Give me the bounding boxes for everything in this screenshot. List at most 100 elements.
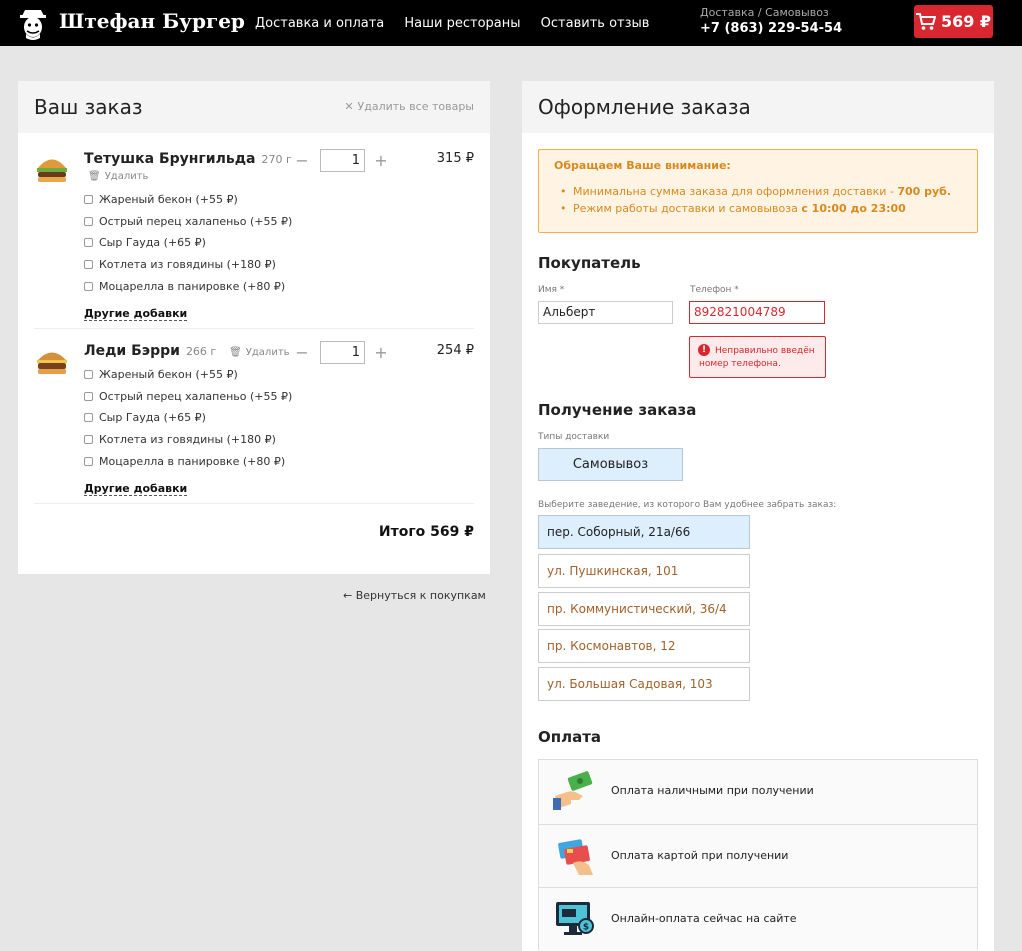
checkbox[interactable] [84,435,93,445]
cash-icon [553,771,593,810]
nav-review[interactable]: Оставить отзыв [541,16,650,31]
addon-option[interactable]: Жареный бекон (+55 ₽) [84,189,292,211]
cart-icon [915,12,936,30]
payment-label: Оплата наличными при получении [611,784,814,797]
addon-option[interactable]: Сыр Гауда (+65 ₽) [84,407,292,429]
close-icon: ✕ [344,100,354,113]
contact-phone[interactable]: +7 (863) 229-54-54 [700,21,842,36]
quantity-input[interactable]: 1 [320,149,365,172]
store-option[interactable]: ул. Большая Садовая, 103 [538,667,750,701]
checkbox[interactable] [84,391,93,401]
trash-icon: 🗑 [229,347,242,358]
checkbox[interactable] [84,281,93,291]
quantity-stepper: − 1 + [292,149,391,172]
site-header: Штефан Бургер Доставка и оплата Наши рес… [0,0,1022,46]
cart-button[interactable]: 569 ₽ [914,5,993,38]
contact-block: Доставка / Самовывоз +7 (863) 229-54-54 [700,6,842,36]
stores-label: Выберите заведение, из которого Вам удоб… [538,500,837,510]
increase-button[interactable]: + [371,151,391,170]
phone-error: ! Неправильно введён номер телефона. [689,336,826,378]
payment-label: Оплата картой при получении [611,848,789,862]
addon-option[interactable]: Жареный бекон (+55 ₽) [84,364,292,386]
nav-delivery[interactable]: Доставка и оплата [255,16,384,31]
notice-item: Минимальна сумма заказа для оформления д… [560,185,951,202]
store-option[interactable]: пер. Соборный, 21а/66 [538,515,750,549]
checkbox[interactable] [84,456,93,466]
online-payment-icon: $ [556,902,594,935]
checkbox[interactable] [84,195,93,205]
delivery-types-label: Типы доставки [538,432,610,442]
logo-icon[interactable] [18,4,48,40]
checkout-title: Оформление заказа [538,95,751,119]
item-name: Тетушка Брунгильда 270 г [84,151,292,167]
payment-section-title: Оплата [538,728,602,746]
addons-list: Жареный бекон (+55 ₽) Острый перец халап… [84,364,292,496]
contact-label: Доставка / Самовывоз [700,6,829,19]
name-input[interactable]: Альберт [538,301,673,324]
burger-image [37,352,67,374]
back-to-shopping-link[interactable]: ← Вернуться к покупкам [343,589,486,602]
checkout-header: Оформление заказа [522,81,994,133]
item-divider [34,328,474,329]
decrease-button[interactable]: − [292,343,312,362]
notice-box: Обращаем Ваше внимание: Минимальна сумма… [538,149,978,233]
item-weight: 270 г [261,153,292,166]
checkbox[interactable] [84,260,93,270]
order-title: Ваш заказ [34,95,143,119]
store-option[interactable]: пр. Космонавтов, 12 [538,629,750,663]
payment-option-card[interactable]: Оплата картой при получении [539,823,977,887]
increase-button[interactable]: + [371,343,391,362]
buyer-section-title: Покупатель [538,254,641,272]
nav-restaurants[interactable]: Наши рестораны [404,16,520,31]
addon-option[interactable]: Острый перец халапеньо (+55 ₽) [84,211,292,233]
payment-option-online[interactable]: $ Онлайн-оплата сейчас на сайте [539,887,977,951]
addon-option[interactable]: Сыр Гауда (+65 ₽) [84,232,292,254]
quantity-input[interactable]: 1 [320,341,365,364]
notice-item: Режим работы доставки и самовывоза с 10:… [560,202,951,219]
brand-name[interactable]: Штефан Бургер [59,9,245,33]
checkbox[interactable] [84,413,93,423]
checkout-panel: Оформление заказа Обращаем Ваше внимание… [522,81,994,951]
phone-error-text: Неправильно введён номер телефона. [699,346,815,369]
addon-option[interactable]: Моцарелла в панировке (+80 ₽) [84,275,292,297]
more-addons-link[interactable]: Другие добавки [84,482,188,496]
checkbox[interactable] [84,370,93,380]
order-panel: Ваш заказ ✕ Удалить все товары Тетушка Бр… [18,81,490,574]
payment-options: Оплата наличными при получении Оплата ка… [538,759,978,951]
more-addons-link[interactable]: Другие добавки [84,307,188,321]
notice-title: Обращаем Ваше внимание: [554,159,731,172]
payment-option-cash[interactable]: Оплата наличными при получении [539,760,977,824]
cart-item: Леди Бэрри 266 г 🗑 Удалить − 1 + 254 ₽ Жар… [34,341,474,503]
item-price: 315 ₽ [436,151,474,166]
item-weight: 266 г [185,345,217,358]
order-header: Ваш заказ ✕ Удалить все товары [18,81,490,133]
cart-item: Тетушка Брунгильда 270 г 🗑 Удалить − 1 + 3… [34,149,474,321]
remove-item-button[interactable]: 🗑 Удалить [88,171,148,182]
cart-total: 569 ₽ [940,12,992,31]
remove-item-button[interactable]: 🗑 Удалить [229,347,289,358]
store-option[interactable]: ул. Пушкинская, 101 [538,554,750,588]
clear-all-button[interactable]: ✕ Удалить все товары [344,100,474,113]
quantity-stepper: − 1 + [292,341,391,364]
notice-list: Минимальна сумма заказа для оформления д… [560,185,951,219]
addon-option[interactable]: Моцарелла в панировке (+80 ₽) [84,450,292,472]
trash-icon: 🗑 [88,171,101,182]
decrease-button[interactable]: − [292,151,312,170]
receive-section-title: Получение заказа [538,401,697,419]
item-name: Леди Бэрри 266 г 🗑 Удалить [84,343,290,359]
card-icon [558,838,593,875]
name-label: Имя * [538,285,565,295]
phone-input[interactable]: 892821004789 [689,301,825,324]
svg-text:$: $ [583,923,589,933]
main-nav: Доставка и оплата Наши рестораны Оставит… [255,16,665,31]
item-price: 254 ₽ [436,343,474,358]
checkbox[interactable] [84,238,93,248]
addon-option[interactable]: Котлета из говядины (+180 ₽) [84,254,292,276]
checkbox[interactable] [84,216,93,226]
addon-option[interactable]: Котлета из говядины (+180 ₽) [84,429,292,451]
addon-option[interactable]: Острый перец халапеньо (+55 ₽) [84,386,292,408]
pickup-option[interactable]: Самовывоз [538,448,683,481]
store-option[interactable]: пр. Коммунистический, 36/4 [538,592,750,626]
phone-label: Телефон * [690,285,739,295]
burger-image [37,159,67,182]
